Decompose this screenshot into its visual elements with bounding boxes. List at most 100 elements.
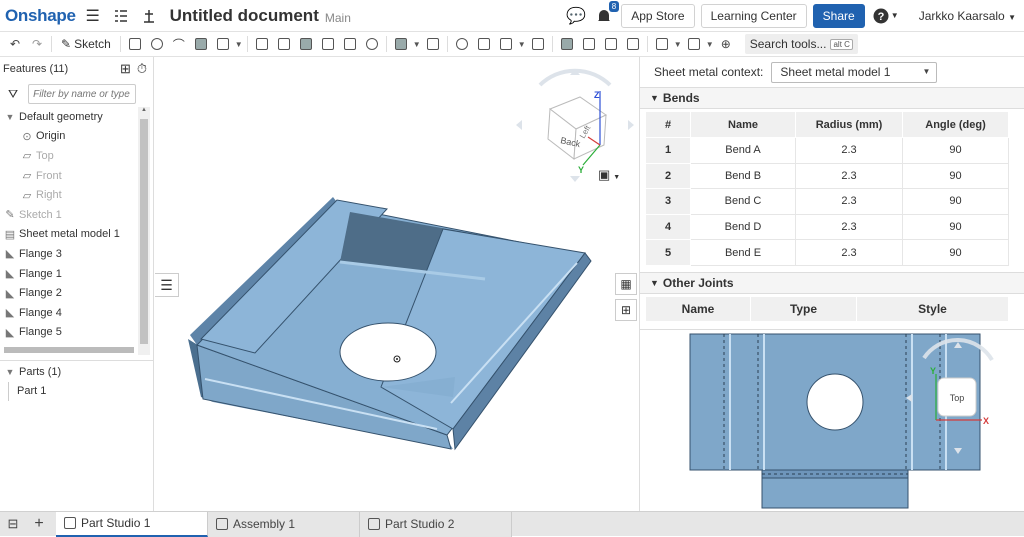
part-item[interactable]: Part 1 (8, 381, 154, 402)
mate-connector-icon[interactable] (683, 34, 705, 54)
tree-item-sketch-1[interactable]: ✎ Sketch 1 (0, 205, 153, 225)
notifications-icon[interactable]: 8 (593, 0, 620, 27)
rib-icon[interactable] (317, 34, 339, 54)
user-menu[interactable]: Jarkko Kaarsalo ▼ (919, 9, 1016, 23)
column-header[interactable]: # (645, 111, 691, 138)
help-icon[interactable]: ? ▼ (871, 5, 901, 27)
document-title[interactable]: Untitled document (170, 6, 319, 26)
features-header: Features (11) (3, 63, 69, 75)
other-joints-section-header[interactable]: ▼ Other Joints (640, 271, 1024, 294)
split-icon[interactable] (473, 34, 495, 54)
flat-view-cube-top-label[interactable]: Top (950, 393, 965, 403)
table-row[interactable]: 2 Bend B 2.3 90 (645, 162, 1009, 190)
feature-list-icon[interactable] (110, 5, 132, 27)
feature-tree-hscrollbar[interactable] (4, 347, 134, 353)
feature-toolbar: ↶ ↷ ✎ Sketch ⌒ ▼ ▼ ▼ ▼ ▼ ⊕ Search tools..… (0, 32, 1024, 57)
table-row[interactable]: 5 Bend E 2.3 90 (645, 239, 1009, 266)
tab-part-studio-1[interactable]: Part Studio 1 (56, 511, 208, 537)
add-tab-icon[interactable]: + (26, 512, 52, 537)
add-custom-feature-icon[interactable]: ⊕ (715, 34, 737, 54)
mirror-icon[interactable] (422, 34, 444, 54)
graphics-viewport[interactable]: Back Left Z Y ▣ ▼ ☰ ▦ ⊞ (155, 57, 639, 511)
table-row[interactable]: 3 Bend C 2.3 90 (645, 188, 1009, 215)
tree-item-sheet-metal-model[interactable]: ▤ Sheet metal model 1 (0, 225, 153, 245)
tree-item-top-plane[interactable]: ▱ Top (0, 146, 153, 166)
tree-item-flange-3[interactable]: ◣ Flange 3 (0, 244, 153, 264)
app-store-button[interactable]: App Store (621, 3, 695, 28)
sheet-metal-context-select[interactable]: Sheet metal model 1 ▼ (771, 61, 938, 83)
add-folder-icon[interactable]: ⊞ (120, 61, 131, 77)
sheet-metal-table-toggle-icon[interactable]: ▦ (615, 273, 637, 295)
scrollbar-thumb[interactable] (140, 119, 148, 344)
bends-section-header[interactable]: ▼ Bends (640, 87, 1024, 109)
default-geometry-folder[interactable]: ▼ Default geometry (0, 107, 153, 127)
filter-icon[interactable]: ⛛ (8, 87, 18, 102)
view-cube[interactable]: Back Left Z Y (510, 65, 640, 195)
thicken-icon[interactable] (212, 34, 234, 54)
loft-icon[interactable] (190, 34, 212, 54)
tab-manager-icon[interactable]: ⊟ (0, 512, 26, 537)
column-header[interactable]: Type (750, 295, 857, 322)
column-header[interactable]: Angle (deg) (902, 111, 1009, 138)
view-options-icon[interactable]: ▣ ▼ (598, 167, 620, 183)
tab-assembly-1[interactable]: Assembly 1 (208, 511, 360, 537)
delete-part-icon[interactable] (527, 34, 549, 54)
comment-icon[interactable]: 💬 (565, 5, 587, 27)
sheet-metal-model-icon[interactable] (556, 34, 578, 54)
sweep-icon[interactable]: ⌒ (168, 34, 190, 54)
tree-item-flange-4[interactable]: ◣ Flange 4 (0, 303, 153, 323)
flat-pattern-view[interactable]: Top Y X (640, 329, 1024, 511)
hole-icon[interactable] (361, 34, 383, 54)
chamfer-icon[interactable] (273, 34, 295, 54)
table-row[interactable]: 1 Bend A 2.3 90 (645, 137, 1009, 164)
chevron-down-icon[interactable]: ▼ (3, 367, 17, 377)
share-button[interactable]: Share (812, 3, 865, 28)
part-studio-icon (64, 517, 76, 529)
feature-list-toggle-icon[interactable]: ☰ (155, 273, 179, 297)
redo-icon[interactable]: ↷ (26, 34, 48, 54)
tree-item-flange-1[interactable]: ◣ Flange 1 (0, 264, 153, 284)
draft-icon[interactable] (295, 34, 317, 54)
insert-icon[interactable] (138, 5, 160, 27)
tree-item-flange-5[interactable]: ◣ Flange 5 (0, 323, 153, 343)
fillet-icon[interactable] (251, 34, 273, 54)
hamburger-menu-icon[interactable]: ☰ (82, 5, 104, 27)
plane-icon: ▱ (22, 189, 32, 202)
sketch-icon: ✎ (5, 209, 15, 222)
feature-tree-scrollbar[interactable]: ▲ (138, 107, 150, 355)
bends-table: # Name Radius (mm) Angle (deg) 1 Bend A … (645, 111, 1009, 266)
rollback-timer-icon[interactable]: ⏱ (137, 61, 147, 77)
pattern-icon[interactable] (390, 34, 412, 54)
table-row[interactable]: 4 Bend D 2.3 90 (645, 213, 1009, 241)
learning-center-button[interactable]: Learning Center (700, 3, 807, 28)
flat-pattern-toggle-icon[interactable]: ⊞ (615, 299, 637, 321)
column-header[interactable]: Radius (mm) (795, 111, 903, 138)
branch-label[interactable]: Main (325, 11, 351, 25)
tree-item-right-plane[interactable]: ▱ Right (0, 185, 153, 205)
tree-item-flange-2[interactable]: ◣ Flange 2 (0, 283, 153, 303)
column-header[interactable]: Name (645, 295, 751, 322)
other-joints-table: Name Type Style (645, 295, 1009, 322)
tree-item-front-plane[interactable]: ▱ Front (0, 166, 153, 186)
onshape-logo[interactable]: Onshape (0, 6, 76, 26)
search-tools-button[interactable]: Search tools... alt C (744, 34, 858, 54)
revolve-icon[interactable] (146, 34, 168, 54)
chevron-down-icon[interactable]: ▼ (3, 112, 17, 122)
parts-folder[interactable]: ▼ Parts (1) (0, 362, 154, 382)
shell-icon[interactable] (339, 34, 361, 54)
undo-icon[interactable]: ↶ (4, 34, 26, 54)
feature-filter-input[interactable] (28, 84, 137, 104)
sketch-button[interactable]: ✎ Sketch (55, 37, 117, 51)
column-header[interactable]: Name (690, 111, 796, 138)
tab-part-studio-2[interactable]: Part Studio 2 (360, 511, 512, 537)
column-header[interactable]: Style (856, 295, 1009, 322)
sheet-metal-flange-icon[interactable] (578, 34, 600, 54)
sheet-metal-tab-icon[interactable] (600, 34, 622, 54)
boolean-icon[interactable] (451, 34, 473, 54)
sheet-metal-bend-icon[interactable] (622, 34, 644, 54)
tab-bar: ⊟ + Part Studio 1 Assembly 1 Part Studio… (0, 511, 1024, 537)
tree-item-origin[interactable]: ⊙ Origin (0, 127, 153, 147)
plane-icon[interactable] (651, 34, 673, 54)
transform-icon[interactable] (495, 34, 517, 54)
extrude-icon[interactable] (124, 34, 146, 54)
